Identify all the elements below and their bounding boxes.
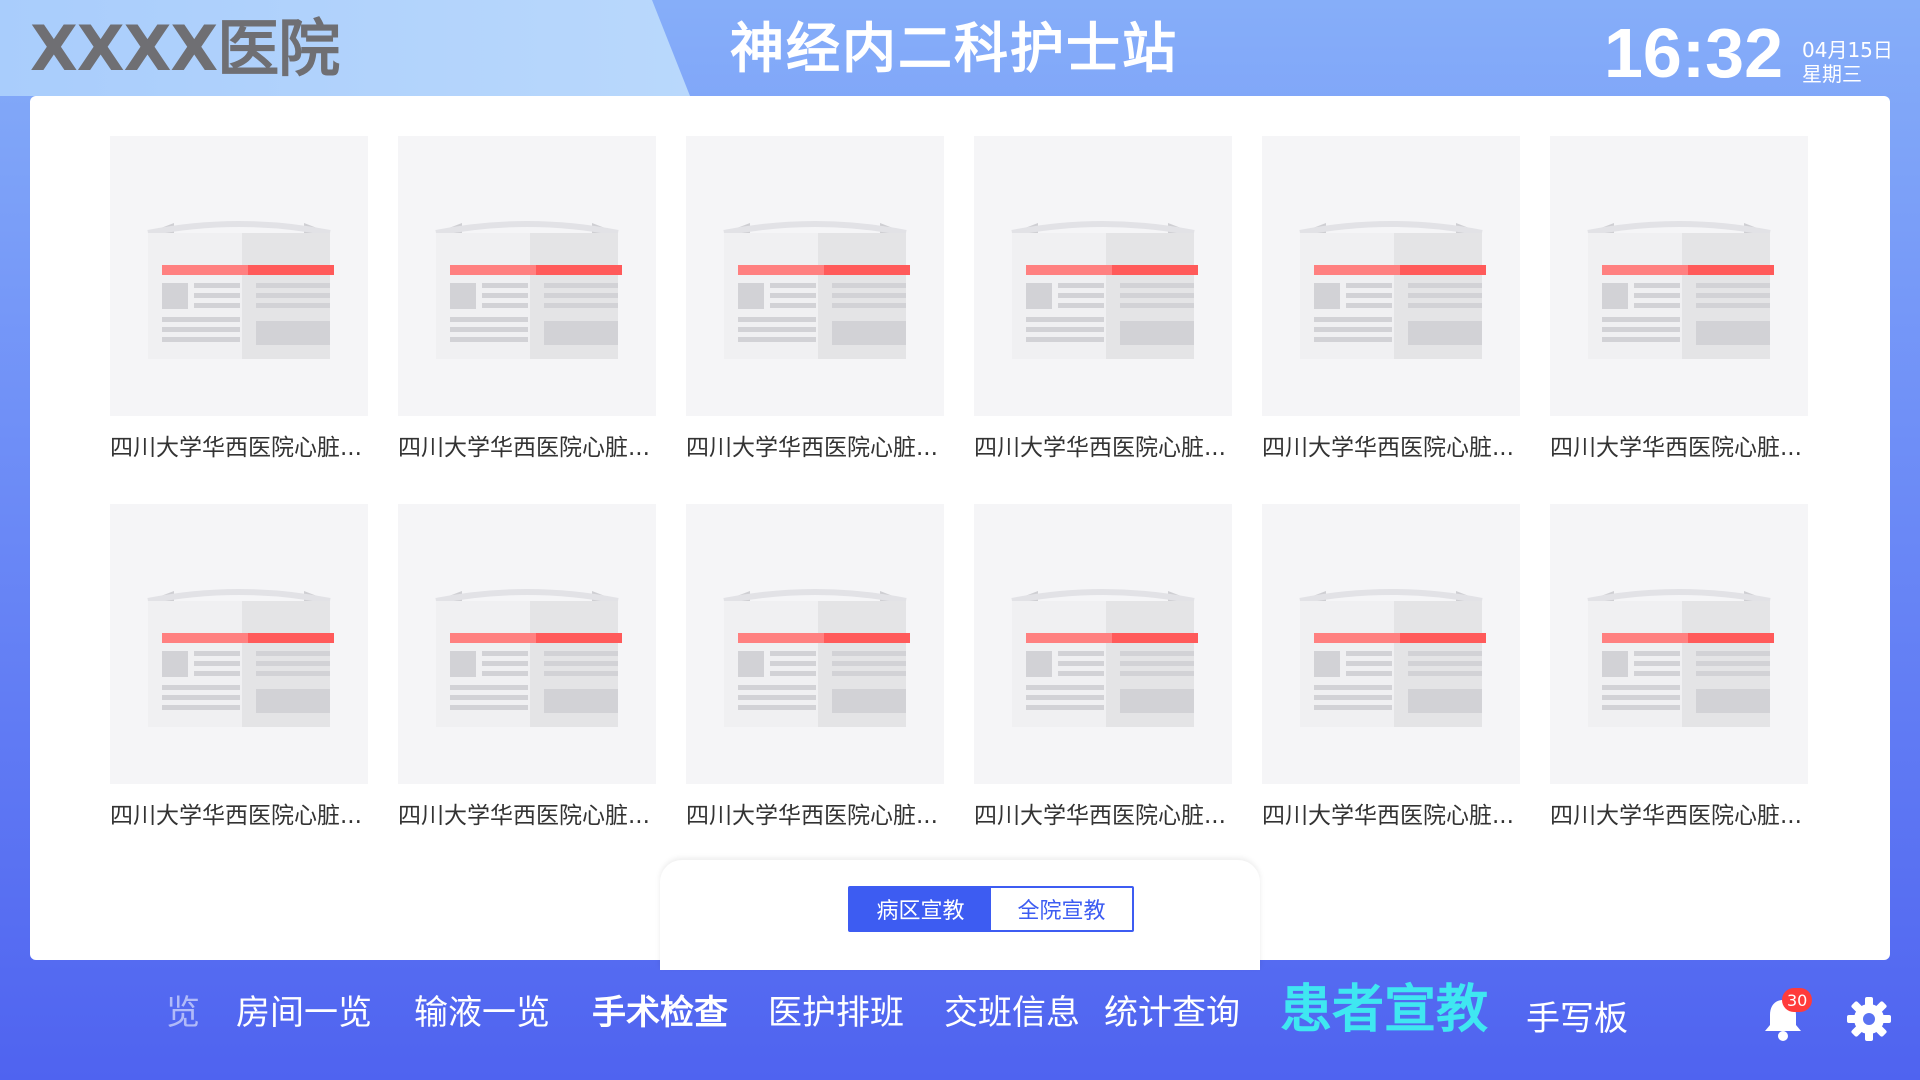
card-thumbnail [110,136,368,416]
education-card[interactable]: 四川大学华西医院心脏... [686,136,944,474]
newspaper-icon [435,589,622,727]
card-thumbnail [1262,136,1520,416]
newspaper-icon [723,221,910,359]
card-title: 四川大学华西医院心脏... [1262,435,1514,461]
card-title: 四川大学华西医院心脏... [1550,435,1802,461]
card-thumbnail [974,136,1232,416]
card-title: 四川大学华西医院心脏... [110,435,362,461]
nav-item-statistics[interactable]: 统计查询 [1104,996,1240,1030]
station-title: 神经内二科护士站 [730,17,1178,80]
newspaper-icon [723,589,910,727]
card-title: 四川大学华西医院心脏... [686,803,938,829]
newspaper-icon [1299,589,1486,727]
card-thumbnail [686,504,944,784]
content-panel: 四川大学华西医院心脏... 四川大学华西医院心脏... 四川大学华西医院心脏..… [30,96,1890,970]
nav-item-schedule[interactable]: 医护排班 [768,996,904,1030]
card-thumbnail [398,136,656,416]
newspaper-icon [1299,221,1486,359]
clock-time: 16:32 [1604,14,1784,92]
newspaper-icon [147,221,334,359]
nav-item-handwriting[interactable]: 手写板 [1526,1002,1628,1036]
education-card[interactable]: 四川大学华西医院心脏... [110,136,368,474]
education-card[interactable]: 四川大学华西医院心脏... [1550,504,1808,842]
bottom-nav: 览 房间一览 输液一览 手术检查 医护排班 交班信息 统计查询 患者宣教 手写板… [0,960,1920,1080]
nav-item-surgery[interactable]: 手术检查 [592,996,728,1030]
card-title: 四川大学华西医院心脏... [110,803,362,829]
nav-item-rooms[interactable]: 房间一览 [236,996,372,1030]
date-text: 04月15日 [1802,38,1893,62]
newspaper-icon [1011,589,1198,727]
education-card[interactable]: 四川大学华西医院心脏... [398,504,656,842]
header: XXXX医院 神经内二科护士站 16:32 04月15日 星期三 [0,0,1920,96]
card-title: 四川大学华西医院心脏... [974,803,1226,829]
newspaper-icon [435,221,622,359]
newspaper-icon [1587,221,1774,359]
card-title: 四川大学华西医院心脏... [974,435,1226,461]
education-card[interactable]: 四川大学华西医院心脏... [974,504,1232,842]
card-thumbnail [1550,504,1808,784]
tab-hospital-education[interactable]: 全院宣教 [991,888,1132,930]
gear-icon[interactable] [1846,996,1892,1042]
education-card[interactable]: 四川大学华西医院心脏... [1262,504,1520,842]
card-thumbnail [1550,136,1808,416]
newspaper-icon [1587,589,1774,727]
card-title: 四川大学华西医院心脏... [1550,803,1802,829]
nav-item-handover[interactable]: 交班信息 [944,996,1080,1030]
education-card[interactable]: 四川大学华西医院心脏... [398,136,656,474]
weekday-text: 星期三 [1802,62,1862,86]
card-thumbnail [110,504,368,784]
education-card[interactable]: 四川大学华西医院心脏... [686,504,944,842]
newspaper-icon [147,589,334,727]
card-title: 四川大学华西医院心脏... [686,435,938,461]
education-card[interactable]: 四川大学华西医院心脏... [110,504,368,842]
nav-item-patient-education[interactable]: 患者宣教 [1280,984,1488,1036]
education-card[interactable]: 四川大学华西医院心脏... [974,136,1232,474]
card-thumbnail [398,504,656,784]
date-block: 04月15日 星期三 [1802,38,1893,86]
card-title: 四川大学华西医院心脏... [398,435,650,461]
notification-badge: 30 [1782,988,1813,1012]
card-title: 四川大学华西医院心脏... [398,803,650,829]
card-thumbnail [686,136,944,416]
card-thumbnail [1262,504,1520,784]
newspaper-icon [1011,221,1198,359]
tab-ward-education[interactable]: 病区宣教 [850,888,991,930]
nav-item-infusion[interactable]: 输液一览 [414,996,550,1030]
education-card[interactable]: 四川大学华西医院心脏... [1262,136,1520,474]
education-grid: 四川大学华西医院心脏... 四川大学华西医院心脏... 四川大学华西医院心脏..… [110,136,1808,842]
card-thumbnail [974,504,1232,784]
card-title: 四川大学华西医院心脏... [1262,803,1514,829]
scope-tabs: 病区宣教 全院宣教 [848,886,1134,932]
nav-item-overview-partial[interactable]: 览 [166,996,200,1030]
hospital-name: XXXX医院 [30,12,340,85]
scope-tab-container: 病区宣教 全院宣教 [660,860,1260,970]
education-card[interactable]: 四川大学华西医院心脏... [1550,136,1808,474]
